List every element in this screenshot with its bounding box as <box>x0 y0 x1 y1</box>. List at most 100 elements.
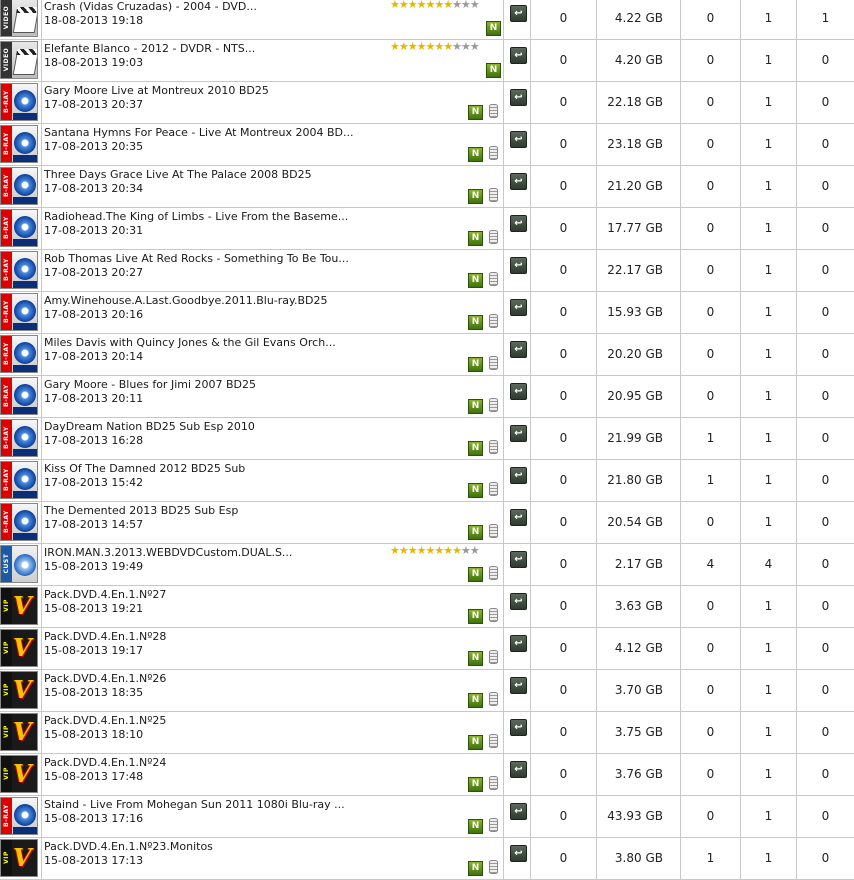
seedbox-hdd-icon[interactable] <box>488 650 499 664</box>
category-icon[interactable]: B-RAY <box>0 461 38 499</box>
new-badge-icon[interactable]: N <box>468 231 483 246</box>
category-icon[interactable]: B-RAY <box>0 83 38 121</box>
seedbox-hdd-icon[interactable] <box>488 440 499 454</box>
new-badge-icon[interactable]: N <box>486 63 501 78</box>
download-button[interactable]: ↩ <box>510 131 527 148</box>
torrent-title-link[interactable]: The Demented 2013 BD25 Sub Esp <box>44 504 238 518</box>
new-badge-icon[interactable]: N <box>468 399 483 414</box>
seedbox-hdd-icon[interactable] <box>488 566 499 580</box>
new-badge-icon[interactable]: N <box>468 441 483 456</box>
category-icon[interactable]: VIP V <box>0 587 38 625</box>
seedbox-hdd-icon[interactable] <box>488 272 499 286</box>
category-cell[interactable]: VIP V <box>0 712 42 753</box>
download-button[interactable]: ↩ <box>510 719 527 736</box>
torrent-title-link[interactable]: Pack.DVD.4.En.1.Nº24 <box>44 756 166 770</box>
new-badge-icon[interactable]: N <box>468 777 483 792</box>
torrent-title-link[interactable]: Rob Thomas Live At Red Rocks - Something… <box>44 252 349 266</box>
category-icon[interactable]: B-RAY <box>0 251 38 289</box>
new-badge-icon[interactable]: N <box>486 21 501 36</box>
torrent-title-link[interactable]: Three Days Grace Live At The Palace 2008… <box>44 168 312 182</box>
torrent-title-link[interactable]: Pack.DVD.4.En.1.Nº25 <box>44 714 166 728</box>
download-button[interactable]: ↩ <box>510 467 527 484</box>
category-cell[interactable]: B-RAY <box>0 250 42 291</box>
category-icon[interactable]: VIP V <box>0 671 38 709</box>
category-cell[interactable]: VIP V <box>0 586 42 627</box>
seedbox-hdd-icon[interactable] <box>488 230 499 244</box>
category-icon[interactable]: CUST <box>0 545 38 583</box>
new-badge-icon[interactable]: N <box>468 735 483 750</box>
new-badge-icon[interactable]: N <box>468 189 483 204</box>
download-button[interactable]: ↩ <box>510 761 527 778</box>
category-cell[interactable]: B-RAY <box>0 292 42 333</box>
download-button[interactable]: ↩ <box>510 299 527 316</box>
torrent-title-link[interactable]: Santana Hymns For Peace - Live At Montre… <box>44 126 354 140</box>
new-badge-icon[interactable]: N <box>468 315 483 330</box>
download-button[interactable]: ↩ <box>510 5 527 22</box>
new-badge-icon[interactable]: N <box>468 651 483 666</box>
torrent-title-link[interactable]: Staind - Live From Mohegan Sun 2011 1080… <box>44 798 345 812</box>
download-button[interactable]: ↩ <box>510 425 527 442</box>
category-icon[interactable]: VIP V <box>0 629 38 667</box>
download-button[interactable]: ↩ <box>510 803 527 820</box>
seedbox-hdd-icon[interactable] <box>488 146 499 160</box>
category-icon[interactable]: B-RAY <box>0 209 38 247</box>
category-cell[interactable]: VIP V <box>0 628 42 669</box>
torrent-title-link[interactable]: Pack.DVD.4.En.1.Nº26 <box>44 672 166 686</box>
torrent-title-link[interactable]: Elefante Blanco - 2012 - DVDR - NTS... <box>44 42 255 56</box>
download-button[interactable]: ↩ <box>510 509 527 526</box>
torrent-title-link[interactable]: Gary Moore Live at Montreux 2010 BD25 <box>44 84 269 98</box>
new-badge-icon[interactable]: N <box>468 525 483 540</box>
seedbox-hdd-icon[interactable] <box>488 482 499 496</box>
seedbox-hdd-icon[interactable] <box>488 524 499 538</box>
category-icon[interactable]: VIDEO <box>0 41 38 79</box>
seedbox-hdd-icon[interactable] <box>488 860 499 874</box>
category-icon[interactable]: B-RAY <box>0 797 38 835</box>
seedbox-hdd-icon[interactable] <box>488 692 499 706</box>
new-badge-icon[interactable]: N <box>468 819 483 834</box>
download-button[interactable]: ↩ <box>510 257 527 274</box>
category-cell[interactable]: B-RAY <box>0 208 42 249</box>
seedbox-hdd-icon[interactable] <box>488 398 499 412</box>
download-button[interactable]: ↩ <box>510 845 527 862</box>
download-button[interactable]: ↩ <box>510 677 527 694</box>
torrent-title-link[interactable]: Pack.DVD.4.En.1.Nº27 <box>44 588 166 602</box>
category-cell[interactable]: B-RAY <box>0 376 42 417</box>
new-badge-icon[interactable]: N <box>468 861 483 876</box>
category-cell[interactable]: B-RAY <box>0 796 42 837</box>
seedbox-hdd-icon[interactable] <box>488 104 499 118</box>
category-icon[interactable]: B-RAY <box>0 167 38 205</box>
seedbox-hdd-icon[interactable] <box>488 818 499 832</box>
category-cell[interactable]: B-RAY <box>0 82 42 123</box>
new-badge-icon[interactable]: N <box>468 147 483 162</box>
torrent-title-link[interactable]: Pack.DVD.4.En.1.Nº23.Monitos <box>44 840 213 854</box>
category-cell[interactable]: B-RAY <box>0 460 42 501</box>
new-badge-icon[interactable]: N <box>468 693 483 708</box>
category-icon[interactable]: B-RAY <box>0 503 38 541</box>
category-cell[interactable]: B-RAY <box>0 124 42 165</box>
category-cell[interactable]: B-RAY <box>0 166 42 207</box>
seedbox-hdd-icon[interactable] <box>488 734 499 748</box>
category-icon[interactable]: VIP V <box>0 713 38 751</box>
torrent-title-link[interactable]: Miles Davis with Quincy Jones & the Gil … <box>44 336 336 350</box>
category-cell[interactable]: VIP V <box>0 754 42 795</box>
new-badge-icon[interactable]: N <box>468 273 483 288</box>
seedbox-hdd-icon[interactable] <box>488 608 499 622</box>
torrent-title-link[interactable]: IRON.MAN.3.2013.WEBDVDCustom.DUAL.S... <box>44 546 292 560</box>
category-cell[interactable]: B-RAY <box>0 334 42 375</box>
seedbox-hdd-icon[interactable] <box>488 188 499 202</box>
new-badge-icon[interactable]: N <box>468 609 483 624</box>
torrent-title-link[interactable]: Pack.DVD.4.En.1.Nº28 <box>44 630 166 644</box>
category-icon[interactable]: B-RAY <box>0 335 38 373</box>
category-cell[interactable]: VIDEO <box>0 40 42 81</box>
download-button[interactable]: ↩ <box>510 215 527 232</box>
category-cell[interactable]: B-RAY <box>0 418 42 459</box>
torrent-title-link[interactable]: Kiss Of The Damned 2012 BD25 Sub <box>44 462 245 476</box>
seedbox-hdd-icon[interactable] <box>488 314 499 328</box>
download-button[interactable]: ↩ <box>510 47 527 64</box>
download-button[interactable]: ↩ <box>510 593 527 610</box>
new-badge-icon[interactable]: N <box>468 567 483 582</box>
download-button[interactable]: ↩ <box>510 341 527 358</box>
download-button[interactable]: ↩ <box>510 89 527 106</box>
category-icon[interactable]: B-RAY <box>0 419 38 457</box>
category-icon[interactable]: VIP V <box>0 755 38 793</box>
